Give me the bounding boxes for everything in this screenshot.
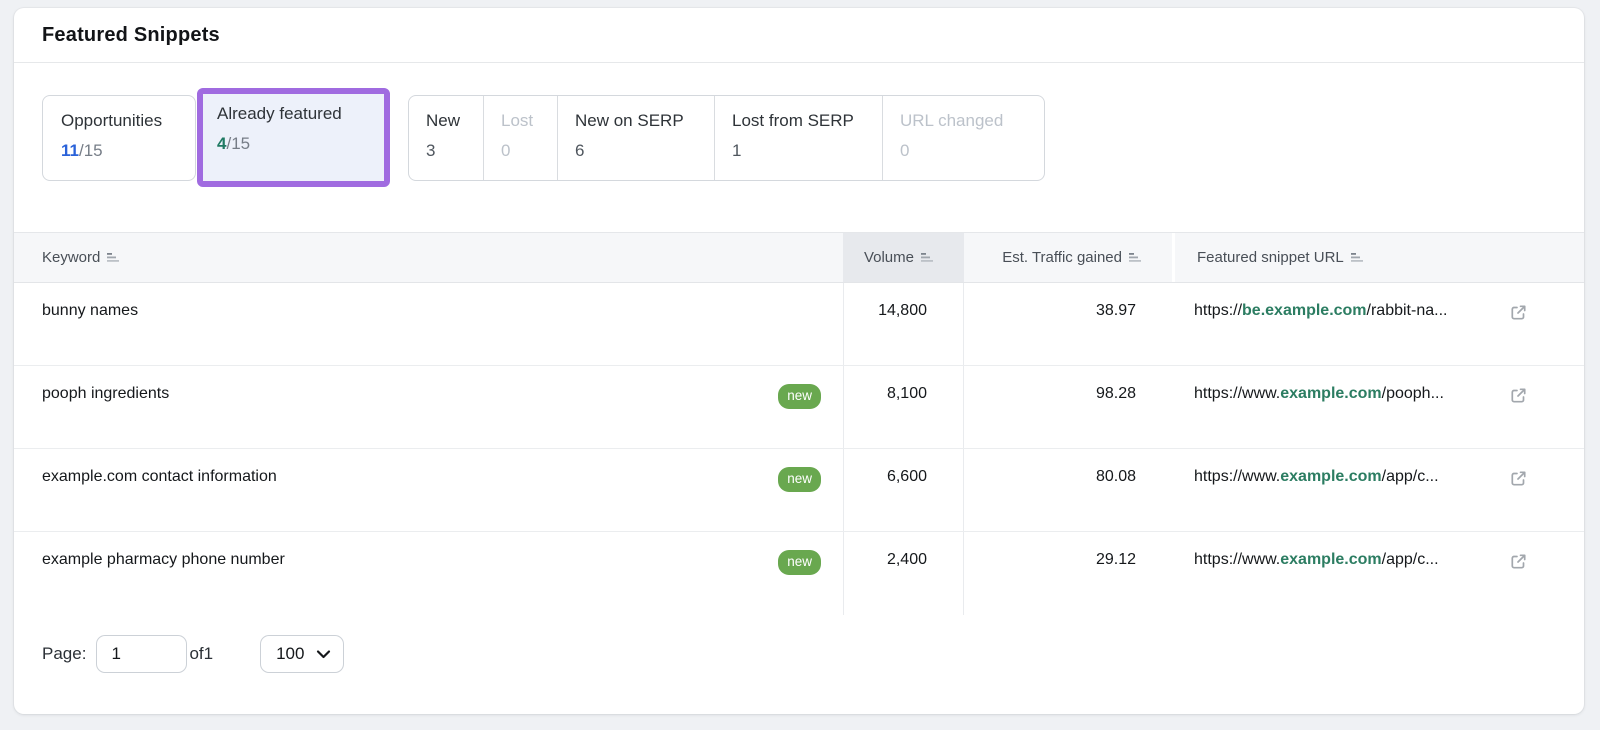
table-row: pooph ingredients new 8,100 98.28 https:… <box>14 366 1584 449</box>
tab-count: 1 <box>732 141 882 161</box>
column-label: Est. Traffic gained <box>1002 249 1122 266</box>
url-cell: https://www.example.com/pooph... <box>1172 366 1584 448</box>
sort-icon <box>107 252 120 263</box>
snippet-url-link[interactable]: https://be.example.com/rabbit-na... <box>1194 302 1447 320</box>
url-cell: https://be.example.com/rabbit-na... <box>1172 283 1584 365</box>
tab-label: Lost from SERP <box>732 111 882 131</box>
tab-label: URL changed <box>900 111 1044 131</box>
count-value: 11 <box>61 141 79 160</box>
url-path: /app/c... <box>1382 551 1439 568</box>
url-prefix: https://www. <box>1194 551 1280 568</box>
url-prefix: https://www. <box>1194 468 1280 485</box>
external-link-icon[interactable] <box>1509 386 1528 405</box>
table-header-row: Keyword Volume Est. Traffic gained Featu… <box>14 232 1584 283</box>
tab-label: New on SERP <box>575 111 714 131</box>
keyword-text: pooph ingredients <box>42 385 169 403</box>
column-label: Keyword <box>42 249 100 266</box>
status-tab-new[interactable]: New 3 <box>409 96 483 180</box>
external-link-icon[interactable] <box>1509 469 1528 488</box>
keyword-cell: bunny names <box>14 283 843 365</box>
url-prefix: https:// <box>1194 302 1242 319</box>
chevron-down-icon <box>316 649 331 659</box>
page-input[interactable] <box>96 635 187 673</box>
url-domain: example.com <box>1280 551 1381 568</box>
page-of-label: of1 <box>189 644 213 664</box>
featured-snippets-panel: Featured Snippets Opportunities 11/15 Al… <box>14 8 1584 714</box>
url-prefix: https://www. <box>1194 385 1280 402</box>
tab-count: 3 <box>426 141 483 161</box>
keyword-cell: pooph ingredients new <box>14 366 843 448</box>
sort-icon <box>921 252 934 263</box>
keyword-text: example pharmacy phone number <box>42 551 285 569</box>
new-badge: new <box>778 384 821 409</box>
volume-cell: 6,600 <box>843 449 964 531</box>
tab-label: Lost <box>501 111 557 131</box>
status-tab-lost[interactable]: Lost 0 <box>483 96 557 180</box>
tab-count: 0 <box>900 141 1044 161</box>
keyword-cell: example.com contact information new <box>14 449 843 531</box>
table-header-keyword[interactable]: Keyword <box>14 233 843 282</box>
page-label: Page: <box>42 644 86 664</box>
table-row: example.com contact information new 6,60… <box>14 449 1584 532</box>
tab-label: New <box>426 111 483 131</box>
table-header-volume[interactable]: Volume <box>843 233 964 282</box>
volume-cell: 14,800 <box>843 283 964 365</box>
url-domain: example.com <box>1280 385 1381 402</box>
sort-icon <box>1129 252 1142 263</box>
page-size-value: 100 <box>276 644 304 664</box>
filter-tab-opportunities[interactable]: Opportunities 11/15 <box>42 95 196 181</box>
traffic-cell: 80.08 <box>964 449 1172 531</box>
url-path: /rabbit-na... <box>1367 302 1448 319</box>
status-tab-new-on-serp[interactable]: New on SERP 6 <box>557 96 714 180</box>
table-header-traffic[interactable]: Est. Traffic gained <box>964 233 1172 282</box>
keyword-text: bunny names <box>42 302 138 320</box>
url-cell: https://www.example.com/app/c... <box>1172 449 1584 531</box>
featured-snippets-table: Keyword Volume Est. Traffic gained Featu… <box>14 232 1584 615</box>
status-tab-lost-from-serp[interactable]: Lost from SERP 1 <box>714 96 882 180</box>
table-body: bunny names 14,800 38.97 https://be.exam… <box>14 283 1584 615</box>
traffic-cell: 29.12 <box>964 532 1172 615</box>
page-size-select[interactable]: 100 <box>260 635 344 673</box>
url-path: /app/c... <box>1382 468 1439 485</box>
sort-icon <box>1351 252 1364 263</box>
column-label: Volume <box>864 249 914 266</box>
external-link-icon[interactable] <box>1509 552 1528 571</box>
url-domain: example.com <box>1280 468 1381 485</box>
pagination: Page: of1 100 <box>42 635 344 673</box>
url-domain: be.example.com <box>1242 302 1367 319</box>
page-title: Featured Snippets <box>42 24 220 47</box>
panel-header: Featured Snippets <box>14 8 1584 63</box>
external-link-icon[interactable] <box>1509 303 1528 322</box>
tab-count: 4/15 <box>217 134 384 154</box>
tab-label: Already featured <box>217 104 384 124</box>
keyword-text: example.com contact information <box>42 468 277 486</box>
tab-count: 6 <box>575 141 714 161</box>
traffic-cell: 98.28 <box>964 366 1172 448</box>
tab-count: 0 <box>501 141 557 161</box>
filter-tab-already-featured[interactable]: Already featured 4/15 <box>203 94 384 181</box>
snippet-url-link[interactable]: https://www.example.com/pooph... <box>1194 385 1444 403</box>
volume-cell: 2,400 <box>843 532 964 615</box>
status-filter-group: New 3 Lost 0 New on SERP 6 Lost from SER… <box>408 95 1045 181</box>
new-badge: new <box>778 467 821 492</box>
status-tab-url-changed[interactable]: URL changed 0 <box>882 96 1044 180</box>
table-row: bunny names 14,800 38.97 https://be.exam… <box>14 283 1584 366</box>
keyword-cell: example pharmacy phone number new <box>14 532 843 615</box>
url-path: /pooph... <box>1382 385 1444 402</box>
count-total: /15 <box>226 134 250 153</box>
url-cell: https://www.example.com/app/c... <box>1172 532 1584 615</box>
volume-cell: 8,100 <box>843 366 964 448</box>
table-header-url[interactable]: Featured snippet URL <box>1172 233 1584 282</box>
snippet-url-link[interactable]: https://www.example.com/app/c... <box>1194 468 1439 486</box>
new-badge: new <box>778 550 821 575</box>
table-row: example pharmacy phone number new 2,400 … <box>14 532 1584 615</box>
tab-count: 11/15 <box>61 141 195 161</box>
column-label: Featured snippet URL <box>1197 249 1344 266</box>
snippet-url-link[interactable]: https://www.example.com/app/c... <box>1194 551 1439 569</box>
traffic-cell: 38.97 <box>964 283 1172 365</box>
count-total: /15 <box>79 141 103 160</box>
annotation-highlight: Already featured 4/15 <box>197 88 390 187</box>
tab-label: Opportunities <box>61 111 195 131</box>
